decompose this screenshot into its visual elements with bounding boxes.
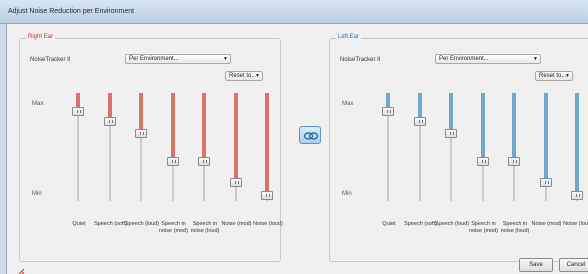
slider-thumb[interactable] — [508, 156, 520, 166]
slider-fill — [575, 93, 579, 192]
right-reset-value: Reset to... — [229, 73, 257, 79]
slider-thumb[interactable] — [198, 156, 210, 166]
right-ear-slider[interactable]: Quiet — [64, 93, 94, 257]
chevron-down-icon: ▼ — [255, 73, 260, 79]
left-ear-slider[interactable]: Noise (loud) — [563, 93, 588, 257]
left-level-max: Max — [342, 101, 354, 107]
right-ear-group: Right Ear NoiseTracker II Per Environmen… — [19, 34, 283, 262]
slider-thumb[interactable] — [166, 156, 179, 166]
right-noise-tracker-label: NoiseTracker II — [30, 57, 71, 63]
slider-thumb[interactable] — [103, 116, 116, 126]
right-ear-slider[interactable]: Noise (loud) — [253, 93, 283, 257]
left-ear-slider[interactable]: Speech in noise (mod) — [469, 93, 499, 257]
slider-thumb[interactable] — [135, 128, 147, 138]
slider-thumb[interactable] — [229, 178, 242, 188]
left-level-min: Min — [342, 191, 352, 197]
slider-label: Noise (loud) — [563, 221, 588, 227]
dialog-body: Right Ear NoiseTracker II Per Environmen… — [6, 24, 588, 274]
right-ear-slider[interactable]: Speech in noise (mod) — [159, 93, 189, 257]
slider-fill — [512, 93, 516, 157]
right-ear-slider[interactable]: Speech (loud) — [125, 93, 159, 257]
slider-thumb[interactable] — [445, 128, 457, 138]
slider-thumb[interactable] — [539, 178, 552, 188]
slider-thumb[interactable] — [261, 191, 273, 201]
left-ear-slider[interactable]: Speech (loud) — [435, 93, 469, 257]
right-level-min: Min — [32, 191, 42, 197]
left-noise-tracker-label: NoiseTracker II — [340, 57, 381, 63]
right-ear-legend: Right Ear — [26, 34, 56, 40]
window-title: Adjust Noise Reduction per Environment — [8, 8, 135, 15]
chevron-down-icon: ▼ — [223, 56, 228, 62]
left-ear-legend: Left Ear — [336, 34, 362, 40]
slider-fill — [543, 93, 548, 179]
slider-fill — [417, 93, 422, 117]
slider-fill — [386, 93, 390, 107]
cancel-button[interactable]: Cancel — [559, 258, 588, 272]
left-ear-slider[interactable]: Quiet — [374, 93, 404, 257]
chevron-down-icon: ▼ — [565, 73, 570, 79]
right-mode-value: Per Environment... — [129, 56, 179, 62]
slider-thumb[interactable] — [476, 156, 489, 166]
slider-thumb[interactable] — [413, 116, 426, 126]
title-bar: Adjust Noise Reduction per Environment — [0, 0, 588, 24]
slider-fill — [107, 93, 112, 117]
slider-thumb[interactable] — [571, 191, 583, 201]
slider-fill — [265, 93, 269, 192]
left-reset-value: Reset to... — [539, 73, 567, 79]
left-ear-group: Left Ear NoiseTracker II Per Environment… — [329, 34, 588, 262]
right-reset-dropdown[interactable]: Reset to... ▼ — [225, 71, 263, 81]
slider-thumb[interactable] — [72, 107, 84, 116]
right-ear-slider[interactable]: Noise (mod) — [222, 93, 252, 257]
left-ear-slider[interactable]: Speech in noise (loud) — [500, 93, 530, 257]
save-button[interactable]: Save — [519, 258, 553, 272]
right-ear-slider[interactable]: Speech in noise (loud) — [190, 93, 220, 257]
slider-fill — [202, 93, 206, 157]
resize-grip-icon[interactable] — [17, 268, 25, 274]
left-mode-dropdown[interactable]: Per Environment... ▼ — [435, 54, 541, 64]
link-ears-icon — [303, 132, 319, 140]
left-ear-slider[interactable]: Speech (soft) — [404, 93, 437, 257]
slider-thumb[interactable] — [382, 107, 394, 116]
slider-fill — [139, 93, 143, 129]
link-ears-button[interactable] — [299, 126, 321, 144]
chevron-down-icon: ▼ — [533, 56, 538, 62]
slider-label: Noise (loud) — [253, 221, 283, 227]
slider-fill — [170, 93, 175, 157]
right-level-max: Max — [32, 101, 44, 107]
right-mode-dropdown[interactable]: Per Environment... ▼ — [125, 54, 231, 64]
left-ear-slider[interactable]: Noise (mod) — [532, 93, 562, 257]
slider-fill — [449, 93, 453, 129]
slider-fill — [76, 93, 80, 107]
left-reset-dropdown[interactable]: Reset to... ▼ — [535, 71, 573, 81]
slider-fill — [233, 93, 238, 179]
right-ear-slider[interactable]: Speech (soft) — [94, 93, 127, 257]
left-mode-value: Per Environment... — [439, 56, 489, 62]
slider-fill — [480, 93, 485, 157]
